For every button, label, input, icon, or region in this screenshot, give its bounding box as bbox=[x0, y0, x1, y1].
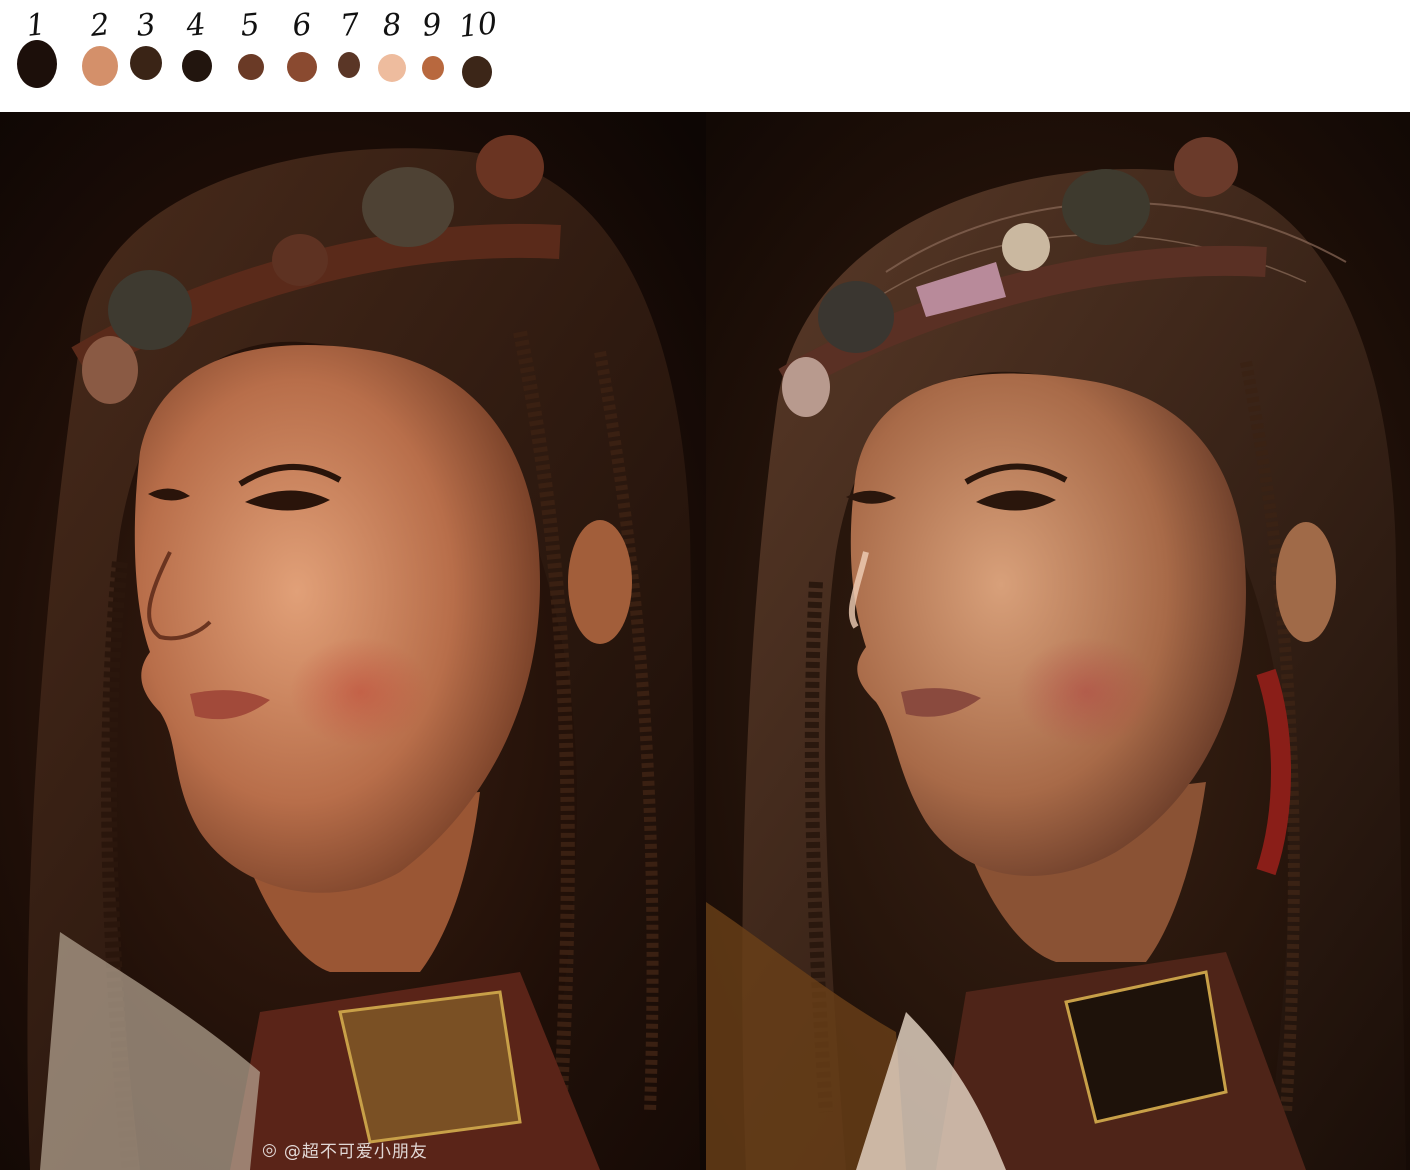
swatch-2: 2 bbox=[78, 0, 122, 110]
color-swatch-dot bbox=[182, 50, 212, 82]
painting-portrait bbox=[706, 112, 1410, 1170]
digital-painting bbox=[706, 112, 1410, 1170]
swatch-9: 9 bbox=[410, 0, 454, 110]
weibo-icon: ◎ bbox=[262, 1139, 278, 1160]
swatch-8: 8 bbox=[370, 0, 414, 110]
watermark-text: @超不可爱小朋友 bbox=[283, 1142, 428, 1162]
swatch-number: 10 bbox=[457, 6, 499, 45]
swatch-number: 5 bbox=[238, 7, 262, 44]
color-swatch-dot bbox=[287, 52, 317, 82]
swatch-number: 9 bbox=[420, 7, 444, 44]
color-palette: 1 2 3 4 5 6 7 8 9 10 bbox=[0, 0, 1410, 112]
swatch-number: 7 bbox=[338, 7, 362, 44]
swatch-number: 4 bbox=[184, 7, 208, 44]
swatch-10: 10 bbox=[456, 0, 500, 110]
color-swatch-dot bbox=[17, 40, 57, 88]
swatch-6: 6 bbox=[280, 0, 324, 110]
swatch-number: 3 bbox=[134, 7, 158, 44]
swatch-number: 1 bbox=[24, 7, 48, 44]
color-swatch-dot bbox=[462, 56, 492, 88]
color-swatch-dot bbox=[338, 52, 360, 78]
color-swatch-dot bbox=[130, 46, 162, 80]
watermark: ◎ @超不可爱小朋友 bbox=[262, 1137, 428, 1163]
color-swatch-dot bbox=[378, 54, 406, 82]
swatch-number: 2 bbox=[88, 7, 112, 44]
swatch-number: 6 bbox=[290, 7, 314, 44]
color-swatch-dot bbox=[238, 54, 264, 80]
reference-photo-portrait bbox=[0, 112, 706, 1170]
color-swatch-dot bbox=[422, 56, 444, 80]
swatch-1: 1 bbox=[14, 0, 58, 110]
reference-photo: ◎ @超不可爱小朋友 bbox=[0, 112, 706, 1170]
swatch-7: 7 bbox=[328, 0, 372, 110]
color-swatch-dot bbox=[82, 46, 118, 86]
swatch-3: 3 bbox=[124, 0, 168, 110]
swatch-5: 5 bbox=[228, 0, 272, 110]
swatch-4: 4 bbox=[174, 0, 218, 110]
swatch-number: 8 bbox=[380, 7, 404, 44]
